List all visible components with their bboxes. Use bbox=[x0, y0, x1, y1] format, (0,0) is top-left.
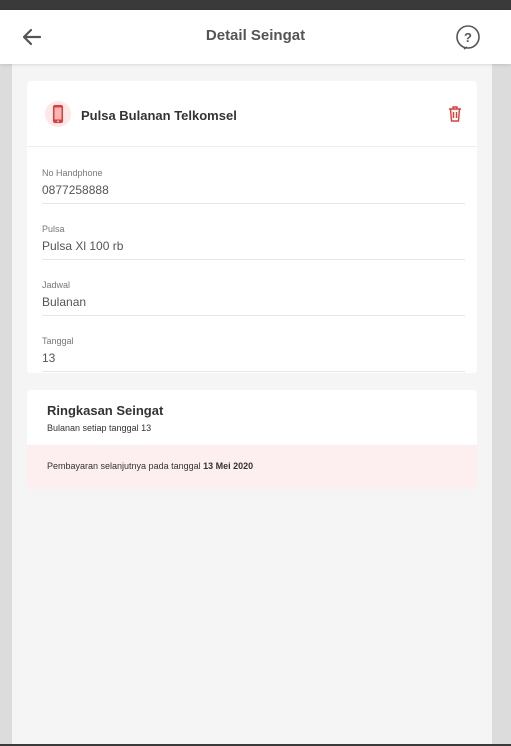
field-value: Pulsa Xl 100 rb bbox=[42, 239, 124, 253]
field-value: Bulanan bbox=[42, 295, 87, 309]
background-left bbox=[0, 10, 12, 746]
reminder-title: Pulsa Bulanan Telkomsel bbox=[81, 108, 237, 123]
field-label: No Handphone bbox=[42, 168, 103, 178]
reminder-summary-card: Ringkasan Seingat Bulanan setiap tanggal… bbox=[27, 390, 477, 489]
field-phone-number[interactable]: No Handphone 0877258888 bbox=[42, 148, 465, 204]
app-screen: Detail Seingat ? Pulsa Bulanan Telkomsel bbox=[0, 10, 511, 744]
next-payment-date: 13 Mei 2020 bbox=[203, 461, 254, 471]
svg-text:?: ? bbox=[464, 30, 472, 45]
background-right bbox=[492, 10, 511, 746]
smartphone-icon bbox=[45, 101, 71, 127]
summary-subtitle: Bulanan setiap tanggal 13 bbox=[47, 423, 152, 433]
field-pulsa[interactable]: Pulsa Pulsa Xl 100 rb bbox=[42, 204, 465, 260]
app-header: Detail Seingat ? bbox=[0, 10, 511, 64]
next-payment-label: Pembayaran selanjutnya pada tanggal bbox=[47, 461, 201, 471]
trash-icon bbox=[449, 106, 461, 122]
summary-title: Ringkasan Seingat bbox=[47, 403, 164, 418]
field-label: Jadwal bbox=[42, 280, 71, 290]
field-value: 13 bbox=[42, 351, 56, 365]
field-date[interactable]: Tanggal 13 bbox=[42, 316, 465, 372]
delete-button[interactable] bbox=[447, 105, 463, 123]
field-schedule[interactable]: Jadwal Bulanan bbox=[42, 260, 465, 316]
field-label: Pulsa bbox=[42, 224, 65, 234]
field-label: Tanggal bbox=[42, 336, 74, 346]
reminder-detail-card: Pulsa Bulanan Telkomsel No Handphone 087… bbox=[27, 81, 477, 373]
reminder-card-header: Pulsa Bulanan Telkomsel bbox=[27, 81, 477, 147]
page-title: Detail Seingat bbox=[205, 27, 306, 44]
field-value: 0877258888 bbox=[42, 183, 109, 197]
help-button[interactable]: ? bbox=[455, 25, 481, 51]
next-payment-text: Pembayaran selanjutnya pada tanggal 13 M… bbox=[47, 461, 253, 471]
device-top-strip bbox=[0, 0, 511, 10]
next-payment-note: Pembayaran selanjutnya pada tanggal 13 M… bbox=[27, 445, 477, 489]
question-circle-icon: ? bbox=[456, 25, 480, 50]
